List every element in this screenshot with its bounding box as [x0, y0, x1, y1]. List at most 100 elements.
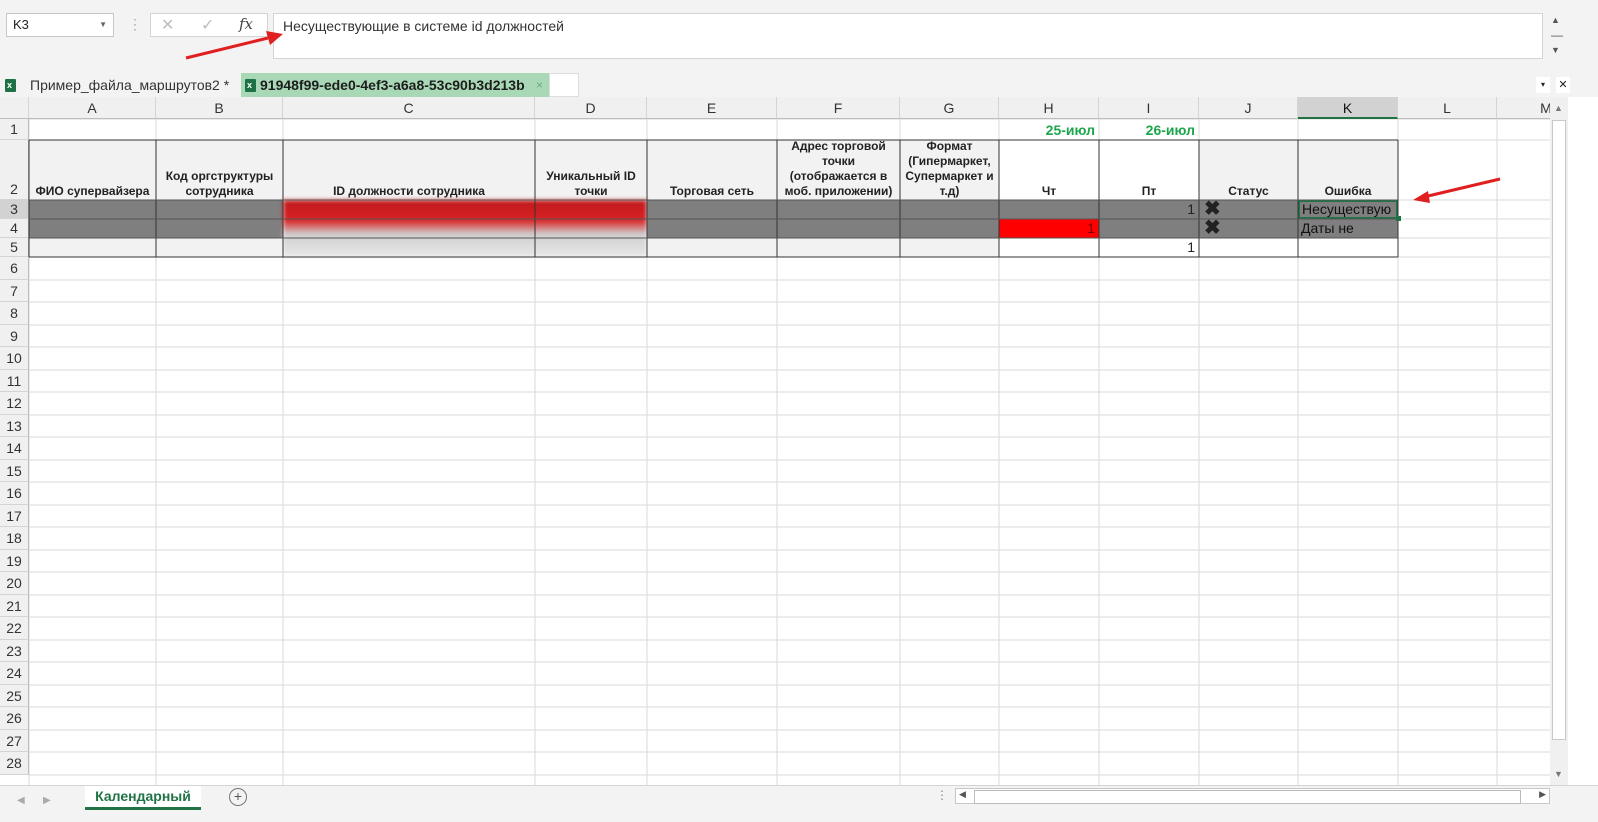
row-header-24[interactable]: 24	[0, 662, 29, 685]
row-header-18[interactable]: 18	[0, 527, 29, 550]
name-box[interactable]: K3 ▼	[6, 13, 114, 37]
cell-i3-value[interactable]: 1	[1099, 200, 1199, 219]
row-header-12[interactable]: 12	[0, 392, 29, 415]
vertical-scrollbar[interactable]: ▲ ▼	[1550, 97, 1568, 785]
column-header-d[interactable]: D	[535, 97, 647, 119]
row-header-27[interactable]: 27	[0, 730, 29, 752]
scroll-left-icon[interactable]: ◀	[959, 789, 966, 800]
vertical-scroll-thumb[interactable]	[1552, 120, 1566, 740]
row-header-8[interactable]: 8	[0, 302, 29, 325]
cell-k4-error[interactable]: Даты не	[1298, 219, 1398, 238]
formula-scroll[interactable]: ▲ — ▼	[1547, 13, 1567, 59]
header-cell-retail-chain[interactable]: Торговая сеть	[647, 140, 777, 200]
spreadsheet-grid[interactable]: A B C D E F G H I J K L M 1 2 3 4 5 6 7 …	[0, 97, 1550, 785]
row-header-13[interactable]: 13	[0, 415, 29, 437]
row-header-14[interactable]: 14	[0, 437, 29, 460]
close-window-icon[interactable]: ✕	[1556, 77, 1570, 93]
add-sheet-icon[interactable]: +	[229, 788, 247, 806]
select-all-corner[interactable]	[0, 97, 29, 119]
row-header-17[interactable]: 17	[0, 505, 29, 527]
row-header-5[interactable]: 5	[0, 238, 29, 257]
cell-h4-value[interactable]: 1	[999, 219, 1099, 238]
gray-row-fill-ab	[29, 200, 283, 238]
header-cell-address[interactable]: Адрес торговой точки (отображается в моб…	[777, 140, 900, 200]
column-header-f[interactable]: F	[777, 97, 900, 119]
header-cell-error[interactable]: Ошибка	[1298, 140, 1398, 200]
tab-list-dropdown-icon[interactable]: ▾	[1536, 77, 1550, 93]
scroll-right-icon[interactable]: ▶	[1539, 789, 1546, 800]
new-tab-area[interactable]	[549, 73, 579, 97]
row-header-10[interactable]: 10	[0, 347, 29, 370]
cancel-icon[interactable]: ✕	[161, 15, 174, 35]
row-header-22[interactable]: 22	[0, 617, 29, 640]
header-cell-point-id[interactable]: Уникальный ID точки	[535, 140, 647, 200]
row-header-23[interactable]: 23	[0, 640, 29, 662]
row-header-25[interactable]: 25	[0, 685, 29, 707]
row-header-20[interactable]: 20	[0, 572, 29, 595]
sheet-tab-bar: ◀ ▶ Календарный + ⋮ ◀ ▶	[0, 785, 1598, 822]
header-cell-position-id[interactable]: ID должности сотрудника	[283, 140, 535, 200]
row-header-4[interactable]: 4	[0, 219, 29, 238]
row-header-1[interactable]: 1	[0, 119, 29, 140]
row-header-6[interactable]: 6	[0, 257, 29, 280]
row-header-26[interactable]: 26	[0, 707, 29, 730]
row-header-11[interactable]: 11	[0, 370, 29, 392]
cell-i5-value[interactable]: 1	[1099, 238, 1199, 257]
light-row-fill-ab	[29, 238, 283, 257]
more-options-icon[interactable]: ⋮	[128, 16, 142, 33]
column-header-a[interactable]: A	[29, 97, 156, 119]
excel-file-icon	[245, 73, 256, 97]
column-header-e[interactable]: E	[647, 97, 777, 119]
column-header-h[interactable]: H	[999, 97, 1099, 119]
divider-icon: —	[1551, 28, 1563, 42]
excel-file-icon	[5, 73, 16, 97]
column-header-m[interactable]: M	[1497, 97, 1550, 119]
row-header-7[interactable]: 7	[0, 280, 29, 302]
fx-icon[interactable]: fx	[239, 15, 253, 33]
scroll-up-icon[interactable]: ▲	[1554, 103, 1563, 113]
header-cell-thu[interactable]: Чт	[999, 140, 1099, 200]
row-header-19[interactable]: 19	[0, 550, 29, 572]
enter-icon[interactable]: ✓	[201, 15, 214, 35]
close-icon[interactable]: ×	[536, 73, 543, 97]
formula-input[interactable]: Несуществующие в системе id должностей	[273, 13, 1543, 59]
previous-sheet-icon[interactable]: ◀	[17, 795, 25, 806]
row-header-15[interactable]: 15	[0, 460, 29, 482]
horizontal-scrollbar[interactable]: ◀ ▶	[955, 788, 1550, 804]
doc-tab-example-file[interactable]: Пример_файла_маршрутов2 *	[0, 73, 240, 97]
light-row-fill-eg	[647, 238, 999, 257]
column-header-b[interactable]: B	[156, 97, 283, 119]
row-header-2[interactable]: 2	[0, 140, 29, 200]
scroll-up-icon[interactable]: ▲	[1551, 15, 1560, 25]
fill-handle[interactable]	[1396, 216, 1401, 221]
header-cell-status[interactable]: Статус	[1199, 140, 1298, 200]
header-cell-fri[interactable]: Пт	[1099, 140, 1199, 200]
header-cell-org-code[interactable]: Код оргструктуры сотрудника	[156, 140, 283, 200]
row-header-16[interactable]: 16	[0, 482, 29, 505]
column-header-i[interactable]: I	[1099, 97, 1199, 119]
header-cell-supervisor[interactable]: ФИО супервайзера	[29, 140, 156, 200]
redacted-blur	[283, 200, 647, 257]
column-header-g[interactable]: G	[900, 97, 999, 119]
row-header-9[interactable]: 9	[0, 325, 29, 347]
scroll-down-icon[interactable]: ▼	[1554, 769, 1563, 779]
cell-h1-date[interactable]: 25-июл	[999, 119, 1099, 140]
cell-i1-date[interactable]: 26-июл	[1099, 119, 1199, 140]
cell-k3-error[interactable]: Несуществую	[1298, 200, 1398, 219]
row-header-28[interactable]: 28	[0, 752, 29, 775]
next-sheet-icon[interactable]: ▶	[43, 795, 51, 806]
row-header-3[interactable]: 3	[0, 200, 29, 219]
column-header-j[interactable]: J	[1199, 97, 1298, 119]
sheet-tab-calendar[interactable]: Календарный	[85, 786, 201, 810]
column-header-l[interactable]: L	[1398, 97, 1497, 119]
document-tab-bar: Пример_файла_маршрутов2 * 91948f99-ede0-…	[0, 70, 1598, 97]
splitter-handle-icon[interactable]: ⋮	[936, 788, 948, 802]
scroll-down-icon[interactable]: ▼	[1551, 45, 1560, 55]
column-header-c[interactable]: C	[283, 97, 535, 119]
chevron-down-icon[interactable]: ▼	[99, 14, 107, 36]
doc-tab-active[interactable]: 91948f99-ede0-4ef3-a6a8-53c90b3d213b ×	[241, 73, 549, 97]
horizontal-scroll-thumb[interactable]	[974, 790, 1521, 804]
row-header-21[interactable]: 21	[0, 595, 29, 617]
header-cell-format[interactable]: Формат (Гипермаркет, Супермаркет и т.д)	[900, 140, 999, 200]
column-header-k[interactable]: K	[1298, 97, 1398, 119]
